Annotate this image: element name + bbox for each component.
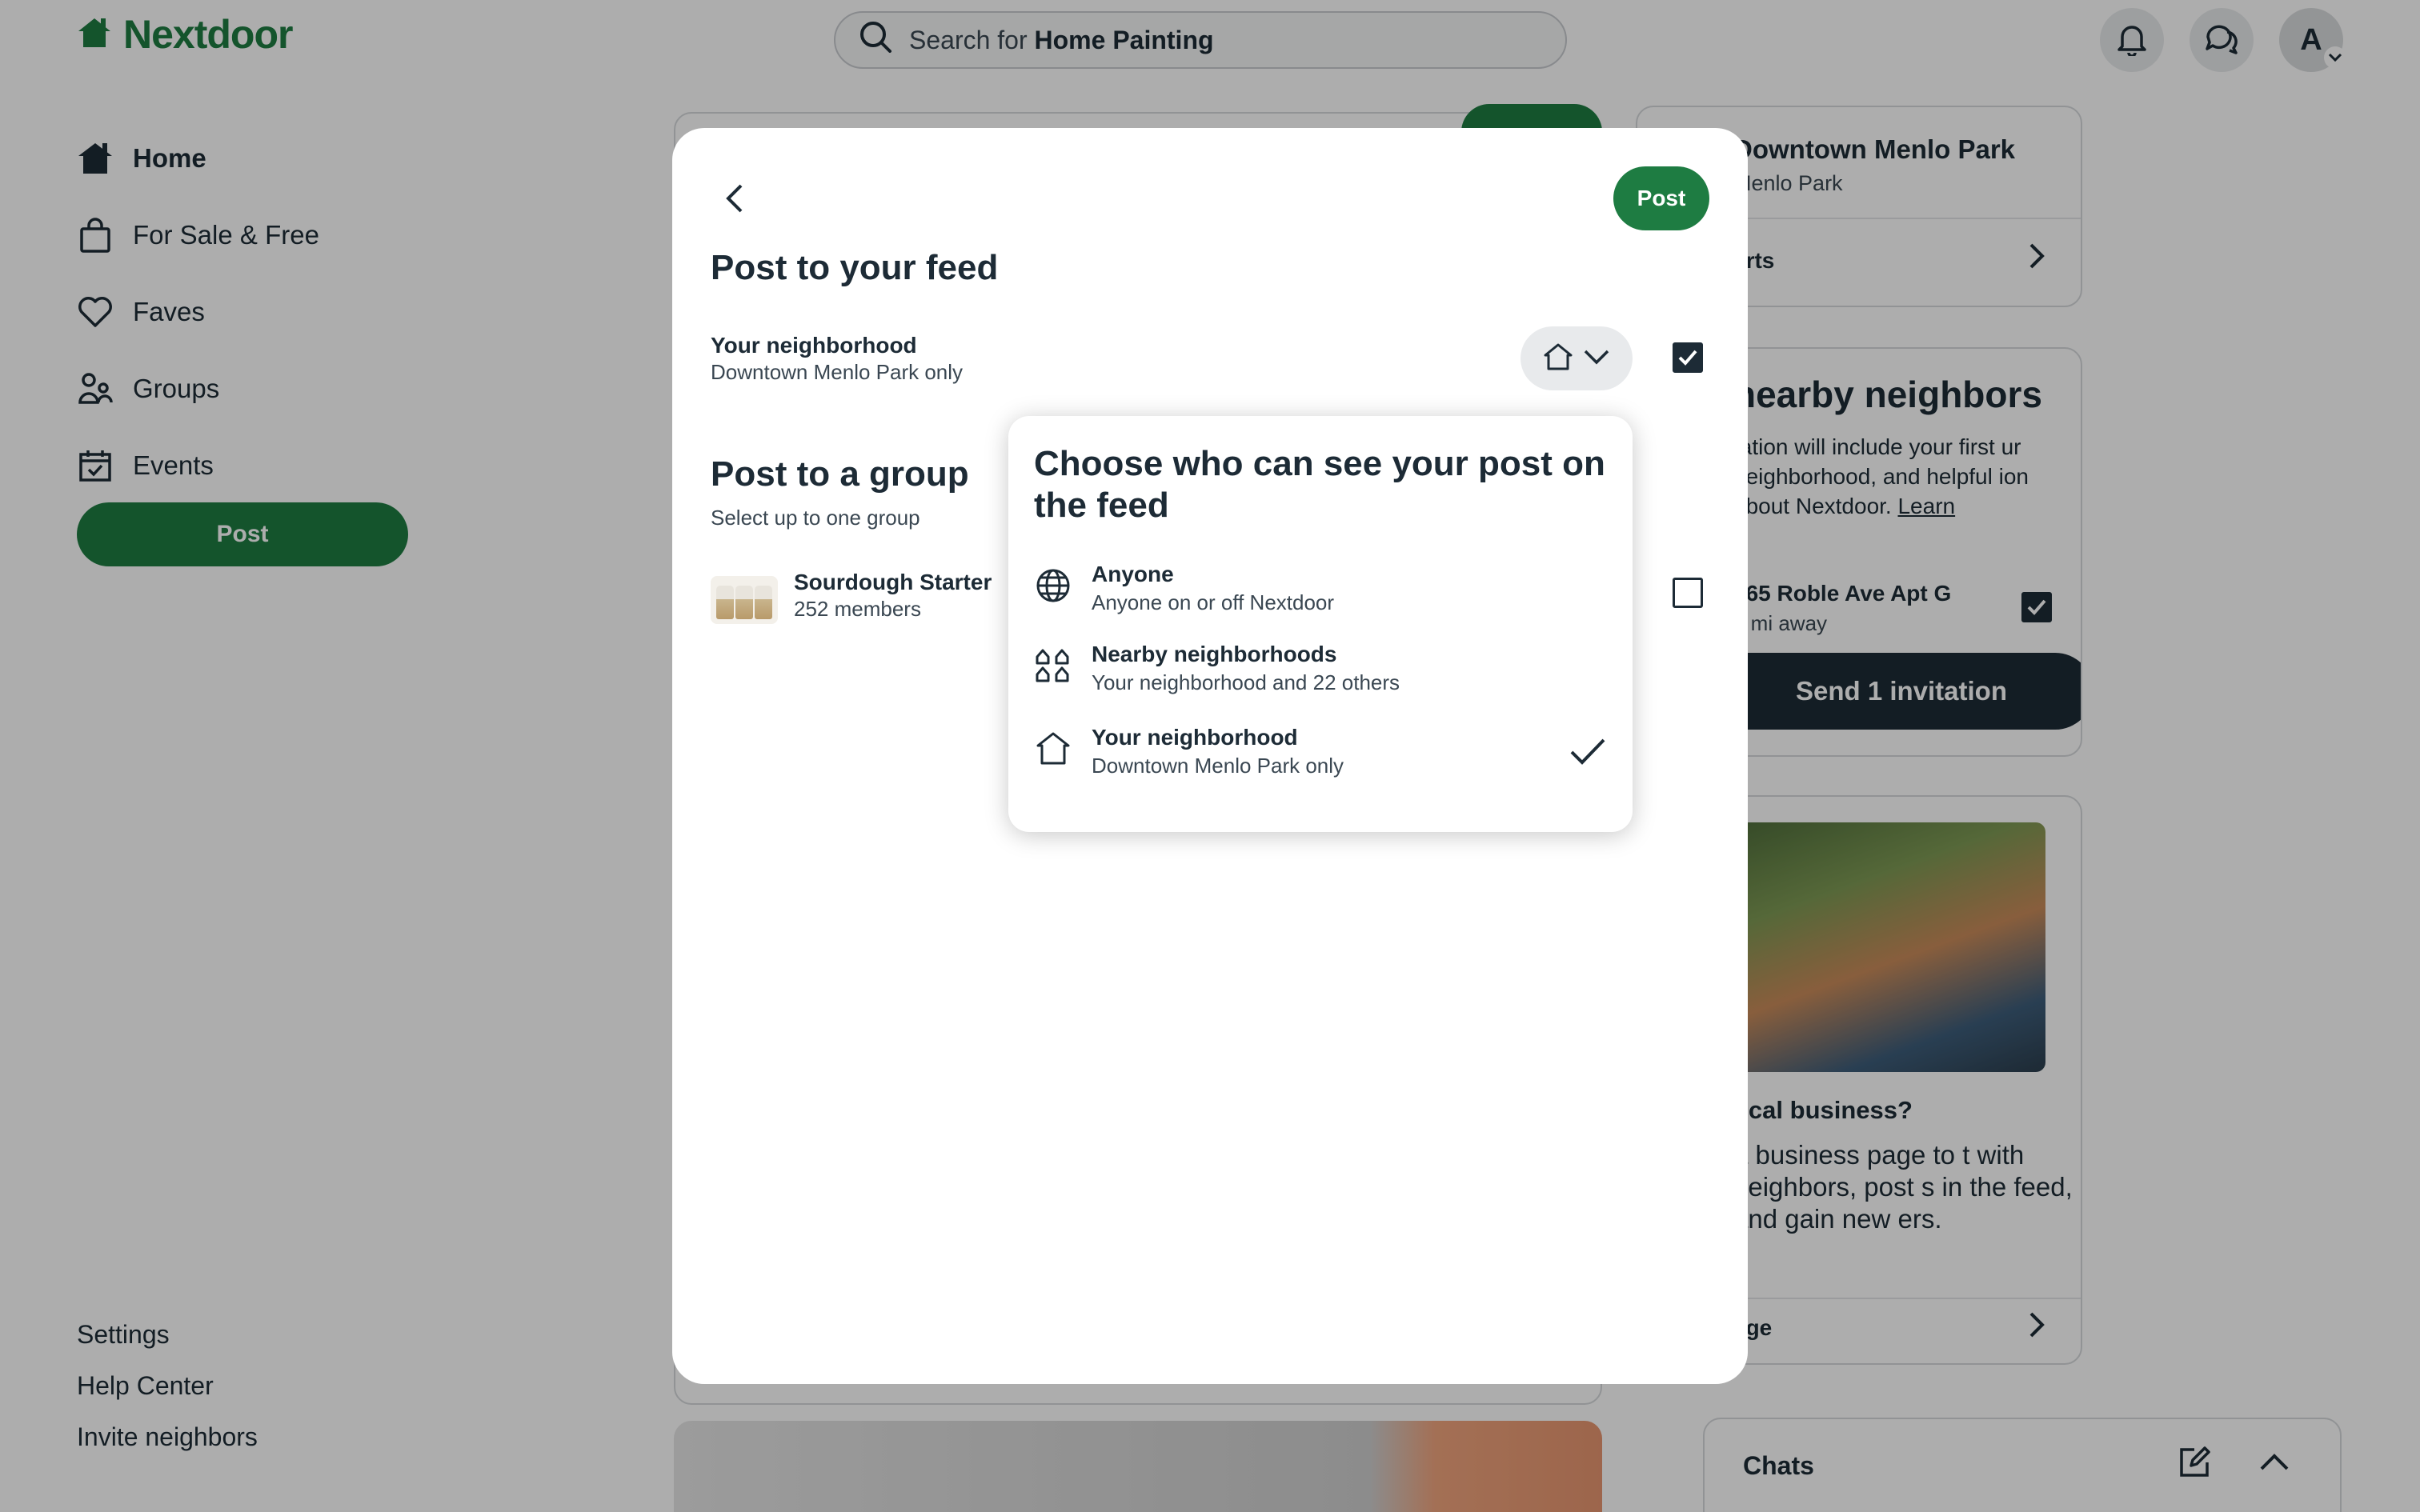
feed-target-subtitle: Downtown Menlo Park only — [711, 360, 964, 384]
post-button[interactable]: Post — [1613, 166, 1709, 230]
nearby-houses-icon — [1034, 646, 1072, 685]
house-outline-icon — [1034, 730, 1072, 768]
group-members: 252 members — [794, 597, 921, 621]
option-subtitle: Your neighborhood and 22 others — [1092, 670, 1400, 694]
option-title: Your neighborhood — [1092, 725, 1298, 750]
audience-option-nearby[interactable]: Nearby neighborhoods Your neighborhood a… — [1034, 642, 1607, 714]
audience-option-anyone[interactable]: Anyone Anyone on or off Nextdoor — [1034, 562, 1607, 634]
checkmark-icon — [1569, 736, 1607, 772]
back-button[interactable] — [712, 178, 757, 222]
group-name: Sourdough Starter — [794, 570, 992, 594]
option-title: Nearby neighborhoods — [1092, 642, 1337, 666]
dropdown-title: Choose who can see your post on the feed — [1034, 444, 1605, 525]
chevron-down-icon — [1582, 347, 1611, 370]
group-checkbox[interactable] — [1673, 578, 1703, 608]
house-outline-icon — [1542, 342, 1574, 375]
modal-title: Post to your feed — [711, 248, 999, 287]
globe-icon — [1034, 566, 1072, 605]
feed-target-title: Your neighborhood — [711, 333, 917, 358]
group-section-subtitle: Select up to one group — [711, 506, 920, 530]
feed-checkbox[interactable] — [1673, 342, 1703, 373]
chevron-left-icon — [722, 182, 747, 218]
group-thumbnail — [711, 576, 778, 624]
option-subtitle: Downtown Menlo Park only — [1092, 754, 1344, 778]
option-subtitle: Anyone on or off Nextdoor — [1092, 590, 1335, 614]
audience-option-your-neighborhood[interactable]: Your neighborhood Downtown Menlo Park on… — [1034, 725, 1607, 797]
audience-selector-button[interactable] — [1521, 326, 1633, 390]
option-title: Anyone — [1092, 562, 1174, 586]
audience-dropdown: Choose who can see your post on the feed… — [1008, 416, 1633, 832]
group-section-title: Post to a group — [711, 454, 969, 494]
